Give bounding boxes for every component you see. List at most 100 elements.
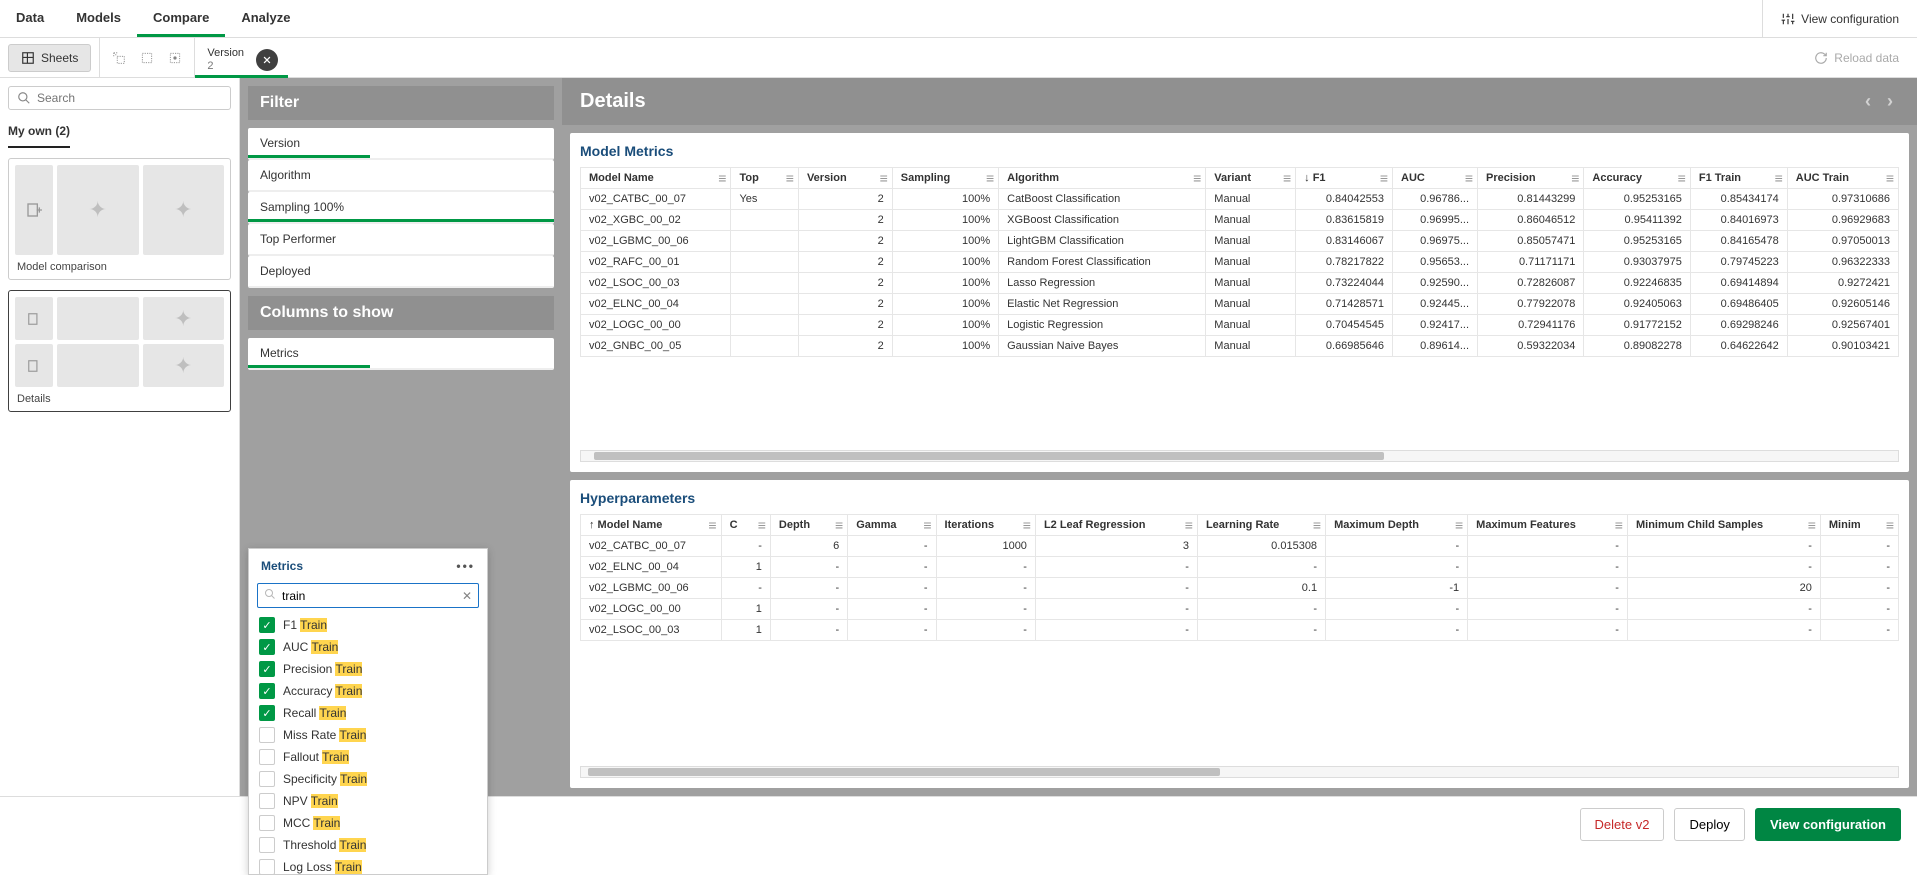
filter-sampling-100%[interactable]: Sampling 100% (248, 192, 554, 224)
col-header[interactable]: Maximum Features≡ (1468, 515, 1628, 536)
col-menu-icon[interactable]: ≡ (718, 171, 726, 185)
select-back-icon[interactable] (112, 51, 126, 65)
version-tab[interactable]: Version 2 (195, 38, 288, 77)
col-header[interactable]: Variant≡ (1206, 168, 1296, 189)
col-header[interactable]: ↑ Model Name≡ (581, 515, 722, 536)
metrics-search[interactable]: ✕ (257, 583, 479, 608)
col-header[interactable]: Learning Rate≡ (1197, 515, 1325, 536)
sheets-button[interactable]: Sheets (8, 44, 91, 72)
topnav-analyze[interactable]: Analyze (225, 0, 306, 37)
topnav-compare[interactable]: Compare (137, 0, 225, 37)
hyper-hscroll[interactable] (580, 766, 1899, 778)
col-header[interactable]: Minim≡ (1820, 515, 1898, 536)
metric-option[interactable]: NPV Train (249, 790, 487, 812)
table-row[interactable]: v02_LOGC_00_002100%Logistic RegressionMa… (581, 315, 1899, 336)
metric-option[interactable]: ✓Recall Train (249, 702, 487, 724)
col-menu-icon[interactable]: ≡ (1678, 171, 1686, 185)
col-menu-icon[interactable]: ≡ (1283, 171, 1291, 185)
col-menu-icon[interactable]: ≡ (923, 518, 931, 532)
col-menu-icon[interactable]: ≡ (1380, 171, 1388, 185)
filter-top-performer[interactable]: Top Performer (248, 224, 554, 256)
col-header[interactable]: ↓ F1≡ (1296, 168, 1393, 189)
metrics-card[interactable]: Metrics (248, 338, 554, 370)
metric-option[interactable]: ✓F1 Train (249, 614, 487, 636)
delete-button[interactable]: Delete v2 (1580, 808, 1665, 841)
col-header[interactable]: Sampling≡ (892, 168, 998, 189)
metric-option[interactable]: Log Loss Train (249, 856, 487, 874)
col-menu-icon[interactable]: ≡ (708, 518, 716, 532)
table-row[interactable]: v02_LGBMC_00_06-----0.1-1-20- (581, 578, 1899, 599)
version-tab-close[interactable] (256, 49, 278, 71)
checkbox[interactable] (259, 815, 275, 831)
metric-option[interactable]: MCC Train (249, 812, 487, 834)
checkbox[interactable] (259, 749, 275, 765)
deploy-button[interactable]: Deploy (1674, 808, 1744, 841)
col-header[interactable]: L2 Leaf Regression≡ (1035, 515, 1197, 536)
col-menu-icon[interactable]: ≡ (786, 171, 794, 185)
col-header[interactable]: Gamma≡ (848, 515, 936, 536)
col-menu-icon[interactable]: ≡ (1023, 518, 1031, 532)
col-header[interactable]: Minimum Child Samples≡ (1627, 515, 1820, 536)
table-row[interactable]: v02_ELNC_00_041--------- (581, 557, 1899, 578)
col-menu-icon[interactable]: ≡ (1886, 171, 1894, 185)
filter-deployed[interactable]: Deployed (248, 256, 554, 288)
reload-data[interactable]: Reload data (1796, 51, 1917, 65)
hyperparameters-table-wrap[interactable]: ↑ Model Name≡C≡Depth≡Gamma≡Iterations≡L2… (580, 514, 1899, 766)
col-header[interactable]: Version≡ (798, 168, 892, 189)
next-sheet[interactable]: › (1881, 91, 1899, 112)
checkbox[interactable] (259, 859, 275, 874)
checkbox[interactable]: ✓ (259, 617, 275, 633)
metric-option[interactable]: Specificity Train (249, 768, 487, 790)
metrics-search-input[interactable] (282, 589, 456, 603)
col-menu-icon[interactable]: ≡ (1193, 171, 1201, 185)
col-menu-icon[interactable]: ≡ (1313, 518, 1321, 532)
col-menu-icon[interactable]: ≡ (758, 518, 766, 532)
checkbox[interactable]: ✓ (259, 705, 275, 721)
col-header[interactable]: Algorithm≡ (999, 168, 1206, 189)
table-row[interactable]: v02_RAFC_00_012100%Random Forest Classif… (581, 252, 1899, 273)
filter-version[interactable]: Version (248, 128, 554, 160)
topnav-data[interactable]: Data (0, 0, 60, 37)
col-menu-icon[interactable]: ≡ (1808, 518, 1816, 532)
select-forward-icon[interactable] (140, 51, 154, 65)
col-menu-icon[interactable]: ≡ (986, 171, 994, 185)
col-header[interactable]: Precision≡ (1478, 168, 1584, 189)
select-clear-icon[interactable] (168, 51, 182, 65)
metric-option[interactable]: ✓Accuracy Train (249, 680, 487, 702)
table-row[interactable]: v02_LOGC_00_001--------- (581, 599, 1899, 620)
checkbox[interactable] (259, 771, 275, 787)
thumb-details[interactable]: ✦ ✦ Details (8, 290, 231, 412)
metric-option[interactable]: ✓AUC Train (249, 636, 487, 658)
table-row[interactable]: v02_XGBC_00_022100%XGBoost Classificatio… (581, 210, 1899, 231)
col-header[interactable]: AUC Train≡ (1787, 168, 1898, 189)
topnav-models[interactable]: Models (60, 0, 137, 37)
col-menu-icon[interactable]: ≡ (880, 171, 888, 185)
col-menu-icon[interactable]: ≡ (1185, 518, 1193, 532)
col-menu-icon[interactable]: ≡ (835, 518, 843, 532)
metric-option[interactable]: ✓Precision Train (249, 658, 487, 680)
table-row[interactable]: v02_LGBMC_00_062100%LightGBM Classificat… (581, 231, 1899, 252)
col-menu-icon[interactable]: ≡ (1886, 518, 1894, 532)
table-row[interactable]: v02_CATBC_00_07Yes2100%CatBoost Classifi… (581, 189, 1899, 210)
col-menu-icon[interactable]: ≡ (1615, 518, 1623, 532)
my-own-section[interactable]: My own (2) (8, 120, 70, 148)
table-row[interactable]: v02_ELNC_00_042100%Elastic Net Regressio… (581, 294, 1899, 315)
col-menu-icon[interactable]: ≡ (1571, 171, 1579, 185)
view-configuration-top[interactable]: View configuration (1762, 0, 1917, 37)
col-header[interactable]: AUC≡ (1393, 168, 1478, 189)
view-configuration-button[interactable]: View configuration (1755, 808, 1901, 841)
col-menu-icon[interactable]: ≡ (1455, 518, 1463, 532)
col-header[interactable]: Top≡ (731, 168, 798, 189)
table-row[interactable]: v02_LSOC_00_032100%Lasso RegressionManua… (581, 273, 1899, 294)
clear-icon[interactable]: ✕ (462, 589, 472, 603)
table-row[interactable]: v02_LSOC_00_031--------- (581, 620, 1899, 641)
col-header[interactable]: Model Name≡ (581, 168, 731, 189)
table-row[interactable]: v02_CATBC_00_07-6-100030.015308---- (581, 536, 1899, 557)
col-header[interactable]: Iterations≡ (936, 515, 1035, 536)
checkbox[interactable] (259, 837, 275, 853)
checkbox[interactable]: ✓ (259, 683, 275, 699)
col-header[interactable]: Accuracy≡ (1584, 168, 1690, 189)
col-menu-icon[interactable]: ≡ (1465, 171, 1473, 185)
prev-sheet[interactable]: ‹ (1859, 91, 1877, 112)
sidebar-search[interactable] (8, 86, 231, 110)
